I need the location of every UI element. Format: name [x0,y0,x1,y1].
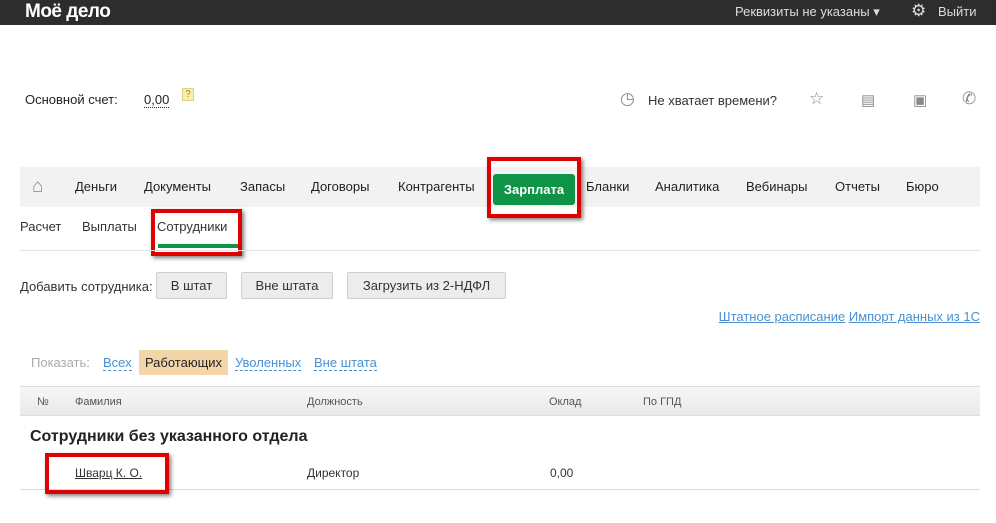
group-heading: Сотрудники без указанного отдела [30,428,308,445]
balance-value[interactable]: 0,00 [144,92,170,108]
nav-forms[interactable]: Бланки [586,179,629,194]
add-employee-label: Добавить сотрудника: [20,279,153,294]
nav-contracts[interactable]: Договоры [311,179,369,194]
nav-money[interactable]: Деньги [75,179,117,194]
balance-label: Основной счет: [25,92,118,107]
logout-link[interactable]: Выйти [938,4,977,19]
employee-position: Директор [307,466,360,480]
nav-counterparties[interactable]: Контрагенты [398,179,475,194]
add-nonstaff-button[interactable]: Вне штата [241,272,333,299]
staff-schedule-link[interactable]: Штатное расписание [719,309,846,324]
requisites-dropdown[interactable]: Реквизиты не указаны ▾ [735,4,880,20]
add-staff-button[interactable]: В штат [156,272,227,299]
highlight-box [45,453,169,494]
contact-card-icon[interactable]: ▣ [913,91,927,109]
highlight-box [151,209,242,256]
subnav-payments[interactable]: Выплаты [82,219,137,234]
home-icon[interactable]: ⌂ [32,176,43,198]
table-header [20,386,980,416]
nav-analytics[interactable]: Аналитика [655,179,719,194]
phone-icon[interactable]: ✆ [962,89,976,109]
highlight-box [487,157,581,218]
filter-working[interactable]: Работающих [139,350,228,375]
divider [20,250,980,251]
col-surname[interactable]: Фамилия [75,396,122,408]
time-help-link[interactable]: Не хватает времени? [648,93,777,108]
col-gpd[interactable]: По ГПД [643,396,681,408]
col-salary[interactable]: Оклад [549,396,581,408]
employee-salary: 0,00 [550,466,574,480]
nav-bureau[interactable]: Бюро [906,179,939,194]
filter-label: Показать: [31,355,90,370]
help-icon[interactable]: ? [182,88,194,101]
nav-documents[interactable]: Документы [144,179,211,194]
filter-all[interactable]: Всех [103,355,132,371]
logo[interactable]: Моё дело [25,1,111,23]
clock-icon[interactable]: ◷ [620,89,635,109]
import-2ndfl-button[interactable]: Загрузить из 2-НДФЛ [347,272,506,299]
nav-stock[interactable]: Запасы [240,179,285,194]
gear-icon[interactable]: ⚙ [911,1,926,21]
chat-icon[interactable]: ▤ [861,91,875,109]
filter-dismissed[interactable]: Уволенных [235,355,302,371]
nav-reports[interactable]: Отчеты [835,179,880,194]
star-icon[interactable]: ☆ [809,89,824,109]
subnav-calculation[interactable]: Расчет [20,219,61,234]
import-1c-link[interactable]: Импорт данных из 1С [849,309,980,324]
nav-webinars[interactable]: Вебинары [746,179,807,194]
col-position[interactable]: Должность [307,396,363,408]
col-number: № [37,396,49,408]
filter-nonstaff[interactable]: Вне штата [314,355,377,371]
